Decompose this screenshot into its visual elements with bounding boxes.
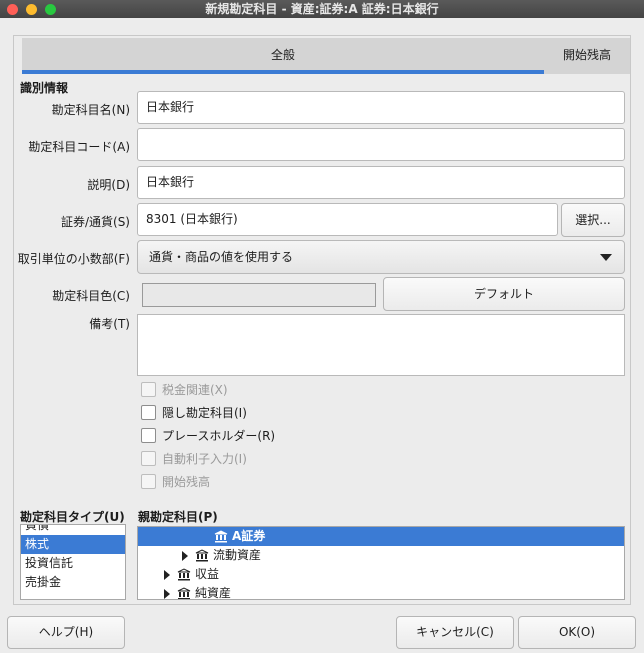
account-color-label: 勘定科目色(C) — [52, 289, 130, 303]
tax-related-label: 税金関連(X) — [162, 382, 228, 397]
account-type-list[interactable]: 負債 株式 投資信託 売掛金 — [20, 524, 126, 600]
security-input[interactable]: 8301 (日本銀行) — [137, 203, 558, 236]
tree-row[interactable]: 収益 — [138, 565, 624, 584]
account-type-title: 勘定科目タイプ(U) — [20, 510, 125, 524]
account-name-input[interactable]: 日本銀行 — [137, 91, 625, 124]
window-title: 新規勘定科目 - 資産:証券:A 証券:日本銀行 — [205, 2, 439, 16]
opening-balance-label: 開始残高 — [162, 474, 211, 489]
dropdown-arrow-icon — [600, 254, 612, 261]
description-label: 説明(D) — [87, 178, 130, 192]
bank-icon — [177, 587, 191, 599]
bank-icon — [214, 530, 228, 543]
checkbox-box — [141, 450, 156, 466]
tree-row-label: 流動資産 — [213, 548, 262, 562]
list-item[interactable]: 負債 — [21, 525, 125, 535]
tree-row[interactable]: 純資産 — [138, 584, 624, 600]
account-name-label: 勘定科目名(N) — [51, 103, 130, 117]
identification-section-title: 識別情報 — [20, 81, 69, 95]
hidden-account-label: 隠し勘定科目(I) — [162, 405, 247, 420]
account-code-input[interactable] — [137, 128, 625, 161]
checkbox-box — [141, 473, 156, 489]
notes-textarea[interactable] — [137, 314, 625, 376]
hidden-account-checkbox[interactable]: 隠し勘定科目(I) — [141, 403, 247, 421]
ok-button[interactable]: OK(O) — [518, 616, 636, 649]
tree-row[interactable]: A証券 — [138, 527, 624, 546]
fraction-label: 取引単位の小数部(F) — [17, 252, 130, 266]
window-titlebar: 新規勘定科目 - 資産:証券:A 証券:日本銀行 — [0, 0, 644, 18]
checkbox-box — [141, 427, 156, 443]
cancel-button[interactable]: キャンセル(C) — [396, 616, 514, 649]
expand-triangle-icon[interactable] — [182, 550, 188, 561]
tab-general[interactable]: 全般 — [22, 38, 544, 74]
maximize-window-button[interactable] — [45, 4, 56, 15]
list-item[interactable]: 売掛金 — [21, 573, 125, 592]
tree-row-label: 純資産 — [195, 586, 232, 600]
tab-bar: 全般 開始残高 — [22, 38, 630, 74]
expand-triangle-icon[interactable] — [164, 588, 170, 599]
fraction-select[interactable]: 通貨・商品の値を使用する — [137, 240, 625, 274]
parent-account-tree[interactable]: A証券 流動資産 収益 純資産 — [137, 526, 625, 600]
close-window-button[interactable] — [7, 4, 18, 15]
default-color-button[interactable]: デフォルト — [383, 277, 625, 311]
minimize-window-button[interactable] — [26, 4, 37, 15]
placeholder-label: プレースホルダー(R) — [162, 428, 276, 443]
bank-icon — [195, 549, 209, 562]
select-security-button[interactable]: 選択... — [561, 203, 625, 237]
description-input[interactable]: 日本銀行 — [137, 166, 625, 199]
checkbox-box — [141, 404, 156, 420]
dialog-panel: 全般 開始残高 識別情報 勘定科目名(N) 日本銀行 勘定科目コード(A) 説明… — [13, 35, 631, 605]
list-item[interactable]: 株式 — [21, 535, 125, 554]
help-button[interactable]: ヘルプ(H) — [7, 616, 125, 649]
fraction-select-value: 通貨・商品の値を使用する — [149, 250, 294, 264]
parent-account-title: 親勘定科目(P) — [138, 510, 218, 524]
security-label: 証券/通貨(S) — [60, 215, 130, 229]
auto-interest-checkbox[interactable]: 自動利子入力(I) — [141, 449, 247, 467]
account-color-well[interactable] — [142, 283, 376, 307]
expand-triangle-icon[interactable] — [164, 569, 170, 580]
list-item[interactable]: 投資信託 — [21, 554, 125, 573]
tab-opening-balance[interactable]: 開始残高 — [544, 38, 630, 74]
auto-interest-label: 自動利子入力(I) — [162, 451, 247, 466]
tree-row-label: 収益 — [195, 567, 220, 581]
tax-related-checkbox[interactable]: 税金関連(X) — [141, 380, 228, 398]
checkbox-box — [141, 381, 156, 397]
opening-balance-checkbox[interactable]: 開始残高 — [141, 472, 210, 490]
account-code-label: 勘定科目コード(A) — [28, 140, 130, 154]
tree-row-label: A証券 — [232, 529, 266, 543]
tree-row[interactable]: 流動資産 — [138, 546, 624, 565]
bank-icon — [177, 568, 191, 581]
placeholder-checkbox[interactable]: プレースホルダー(R) — [141, 426, 275, 444]
notes-label: 備考(T) — [89, 317, 130, 331]
